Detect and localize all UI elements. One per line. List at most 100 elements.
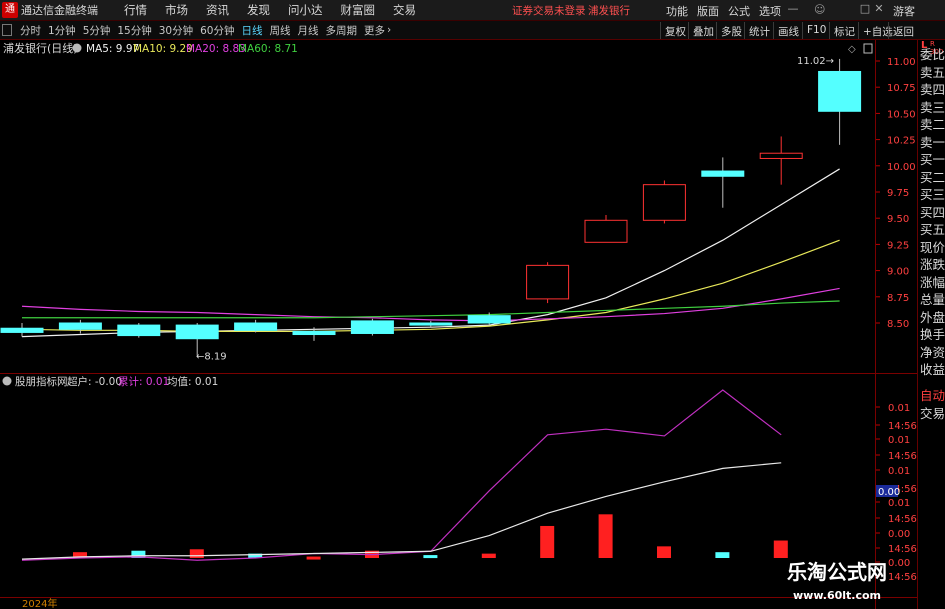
- login-status[interactable]: 证券交易未登录: [512, 3, 586, 18]
- sidebar-item: 卖二: [920, 117, 945, 132]
- candle-body: [292, 330, 336, 336]
- price-tick-label: 10.25: [887, 136, 916, 147]
- tab-15min[interactable]: 15分钟: [117, 23, 151, 38]
- user-icon[interactable]: ☺: [814, 3, 825, 16]
- moving-average-lines: [21, 168, 840, 338]
- indicator-tick-label: 14:56: [888, 514, 917, 525]
- settings-dot-icon[interactable]: [72, 43, 82, 53]
- sidebar-item: 卖五: [920, 64, 945, 80]
- menu-function[interactable]: 功能: [666, 3, 688, 19]
- candle-body: [117, 324, 161, 337]
- candle-body: [234, 322, 278, 331]
- guest-label[interactable]: 游客: [893, 3, 915, 19]
- sidebar-item: 换手: [920, 327, 945, 342]
- ma60-label: MA60: 8.71: [238, 43, 298, 55]
- ma10-label: MA10: 9.29: [133, 43, 193, 55]
- sidebar-item: 卖一: [920, 134, 945, 150]
- minimize-icon[interactable]: —: [786, 2, 800, 17]
- multi-stock-button[interactable]: 多股: [716, 22, 746, 39]
- panel-toggle-icon[interactable]: [2, 24, 12, 36]
- price-tick-label: 9.50: [887, 214, 909, 225]
- indicator-tick-label: 14:56: [888, 572, 917, 583]
- indicator-tick-label: 0.01: [888, 435, 910, 446]
- indicator-bar: [773, 540, 788, 558]
- menu-formula[interactable]: 公式: [728, 3, 750, 19]
- overlay-button[interactable]: 叠加: [688, 22, 718, 39]
- maximize-icon[interactable]: □: [858, 2, 872, 17]
- tab-intraday[interactable]: 分时: [20, 23, 41, 38]
- back-button[interactable]: 返回: [888, 22, 918, 39]
- tab-multi-period[interactable]: 多周期: [326, 23, 358, 38]
- candle-body: [409, 322, 453, 326]
- menu-ask[interactable]: 问小达: [288, 2, 323, 18]
- title-bar: 通 通达信金融终端 行情 市场 资讯 发现 问小达 财富圈 交易 证券交易未登录…: [0, 0, 945, 21]
- low-price-label: ←8.19: [196, 351, 227, 362]
- candle-body: [175, 324, 219, 340]
- chevron-right-icon[interactable]: ›: [387, 24, 391, 36]
- candle-body: [467, 315, 511, 324]
- indicator-bars: [73, 514, 788, 560]
- indicator-bar: [481, 553, 496, 558]
- tab-monthly[interactable]: 月线: [298, 23, 319, 38]
- indicator-tick-label: 14:56: [888, 451, 917, 462]
- sidebar-item: 买三: [920, 187, 945, 202]
- sidebar-item: 卖三: [920, 99, 945, 115]
- indicator-name: 股朋指标网: [15, 375, 68, 388]
- app-logo: 通: [2, 2, 18, 18]
- tab-60min[interactable]: 60分钟: [200, 23, 234, 38]
- sidebar-item[interactable]: 自动: [920, 385, 945, 404]
- menu-options[interactable]: 选项: [759, 3, 781, 19]
- current-value: 0.00: [878, 487, 900, 498]
- tab-5min[interactable]: 5分钟: [83, 23, 111, 38]
- stats-button[interactable]: 统计: [744, 22, 774, 39]
- menu-news[interactable]: 资讯: [206, 2, 229, 18]
- tab-30min[interactable]: 30分钟: [159, 23, 193, 38]
- menu-wealth[interactable]: 财富圈: [341, 2, 376, 18]
- price-tick-label: 10.00: [887, 162, 916, 173]
- diamond-icon[interactable]: ◇: [848, 44, 856, 55]
- menu-quotes[interactable]: 行情: [124, 2, 147, 18]
- expand-icon[interactable]: [863, 43, 873, 54]
- period-toolbar: 分时 1分钟 5分钟 15分钟 30分钟 60分钟 日线 周线 月线 多周期 更…: [0, 21, 945, 40]
- close-icon[interactable]: ✕: [872, 2, 886, 17]
- indicator-settings-icon[interactable]: [2, 376, 12, 386]
- mark-button[interactable]: 标记: [829, 22, 859, 39]
- price-tick-label: 8.50: [887, 319, 909, 330]
- price-tick-label: 9.00: [887, 267, 909, 278]
- tab-1min[interactable]: 1分钟: [48, 23, 76, 38]
- price-axis: 11.00 10.75 10.50 10.25 10.00 9.75 9.50 9.25 9.0…: [876, 57, 916, 330]
- tab-more[interactable]: 更多: [364, 23, 385, 38]
- chart-area[interactable]: 浦发银行(日线) MA5: 9.97 MA10: 9.29 MA20: 8.83…: [0, 40, 917, 609]
- indicator-bar: [598, 514, 613, 558]
- menu-trade[interactable]: 交易: [393, 2, 416, 18]
- sidebar-item: 买二: [920, 169, 945, 185]
- current-stock-label: 浦发银行: [588, 5, 630, 17]
- candle-body: [759, 152, 803, 159]
- sidebar-item: 卖四: [920, 82, 945, 97]
- cumulative-label: 累计: 0.01: [118, 375, 169, 388]
- watermark-title: 乐淘公式网: [787, 560, 887, 584]
- menu-layout[interactable]: 版面: [697, 3, 719, 19]
- year-label: 2024年: [22, 597, 57, 609]
- f10-button[interactable]: F10: [802, 22, 830, 39]
- indicator-tick-label: 0.00: [888, 558, 910, 569]
- menu-discover[interactable]: 发现: [247, 2, 270, 18]
- tab-daily[interactable]: 日线: [242, 23, 263, 38]
- quote-sidebar: L R 300 委比 卖五 卖四 卖三 卖二 卖一 买一 买二 买三 买四 买五 现价 涨跌 涨幅 总量 外盘换…: [917, 40, 945, 609]
- indicator-tick-label: 0.00: [888, 529, 910, 540]
- indicator-tick-label: 0.01: [888, 466, 910, 477]
- menu-market[interactable]: 市场: [165, 2, 188, 18]
- candle-body: [350, 320, 394, 334]
- sidebar-item: 委比: [920, 47, 945, 62]
- candle-body: [58, 322, 102, 330]
- draw-line-button[interactable]: 画线: [773, 22, 803, 39]
- high-price-label: 11.02→: [797, 56, 834, 67]
- restore-rights-button[interactable]: 复权: [660, 22, 690, 39]
- sidebar-item[interactable]: 交易: [920, 403, 945, 422]
- ma20-label: MA20: 8.83: [186, 43, 246, 55]
- candle-body: [526, 264, 570, 300]
- candle-body: [818, 70, 862, 112]
- tab-weekly[interactable]: 周线: [270, 23, 291, 38]
- price-tick-label: 10.75: [887, 83, 916, 94]
- app-title: 通达信金融终端: [21, 4, 98, 17]
